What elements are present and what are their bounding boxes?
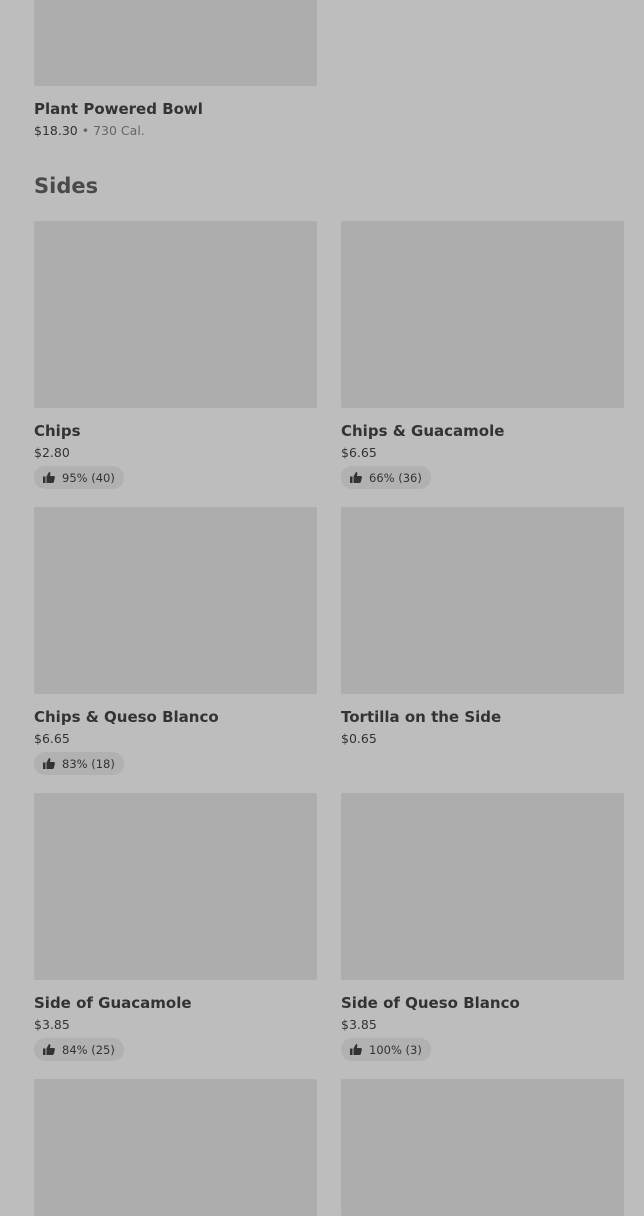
item-price: $2.80	[34, 445, 70, 460]
rating-badge: 95% (40)	[34, 466, 124, 489]
rating-badge: 66% (36)	[341, 466, 431, 489]
item-name: Chips & Queso Blanco	[34, 708, 219, 726]
rating-text: 84% (25)	[62, 1042, 115, 1057]
rating-badge: 84% (25)	[34, 1038, 124, 1061]
item-name: Chips & Guacamole	[341, 422, 505, 440]
thumbs-up-icon	[43, 758, 55, 769]
item-image[interactable]	[341, 507, 624, 694]
menu-item-partial[interactable]	[341, 1079, 624, 1216]
item-name: Chips	[34, 422, 81, 440]
menu-item-partial[interactable]	[34, 1079, 317, 1216]
item-price-calories: $18.30 • 730 Cal.	[34, 122, 317, 139]
item-image[interactable]	[34, 1079, 317, 1216]
thumbs-up-icon	[43, 1044, 55, 1055]
item-name: Tortilla on the Side	[341, 708, 502, 726]
separator: •	[81, 123, 90, 138]
item-image[interactable]	[341, 221, 624, 408]
thumbs-up-icon	[350, 472, 362, 483]
thumbs-up-icon	[350, 1044, 362, 1055]
rating-badge: 83% (18)	[34, 752, 124, 775]
menu-item-side-of-queso-blanco[interactable]: Side of Queso Blanco $3.85 100% (3)	[341, 793, 624, 1061]
item-name: Plant Powered Bowl	[34, 100, 203, 118]
rating-badge: 100% (3)	[341, 1038, 431, 1061]
item-name: Side of Guacamole	[34, 994, 192, 1012]
thumbs-up-icon	[43, 472, 55, 483]
item-image[interactable]	[34, 0, 317, 86]
item-price: $6.65	[34, 731, 70, 746]
menu-item-tortilla-on-the-side[interactable]: Tortilla on the Side $0.65	[341, 507, 624, 747]
item-price: $0.65	[341, 731, 377, 746]
item-price: $6.65	[341, 445, 377, 460]
item-image[interactable]	[34, 221, 317, 408]
rating-text: 95% (40)	[62, 470, 115, 485]
section-title: Sides	[34, 174, 99, 198]
item-image[interactable]	[341, 793, 624, 980]
menu-item-side-of-guacamole[interactable]: Side of Guacamole $3.85 84% (25)	[34, 793, 317, 1061]
menu-item-chips[interactable]: Chips $2.80 95% (40)	[34, 221, 317, 489]
item-image[interactable]	[341, 1079, 624, 1216]
rating-text: 66% (36)	[369, 470, 422, 485]
rating-text: 100% (3)	[369, 1042, 422, 1057]
rating-text: 83% (18)	[62, 756, 115, 771]
item-image[interactable]	[34, 793, 317, 980]
item-name: Side of Queso Blanco	[341, 994, 520, 1012]
menu-item-plant-powered-bowl[interactable]: Plant Powered Bowl $18.30 • 730 Cal.	[34, 0, 317, 139]
menu-item-chips-guacamole[interactable]: Chips & Guacamole $6.65 66% (36)	[341, 221, 624, 489]
item-calories: 730 Cal.	[93, 123, 145, 138]
item-price: $3.85	[341, 1017, 377, 1032]
item-price: $3.85	[34, 1017, 70, 1032]
item-price: $18.30	[34, 123, 78, 138]
item-image[interactable]	[34, 507, 317, 694]
menu-item-chips-queso-blanco[interactable]: Chips & Queso Blanco $6.65 83% (18)	[34, 507, 317, 775]
